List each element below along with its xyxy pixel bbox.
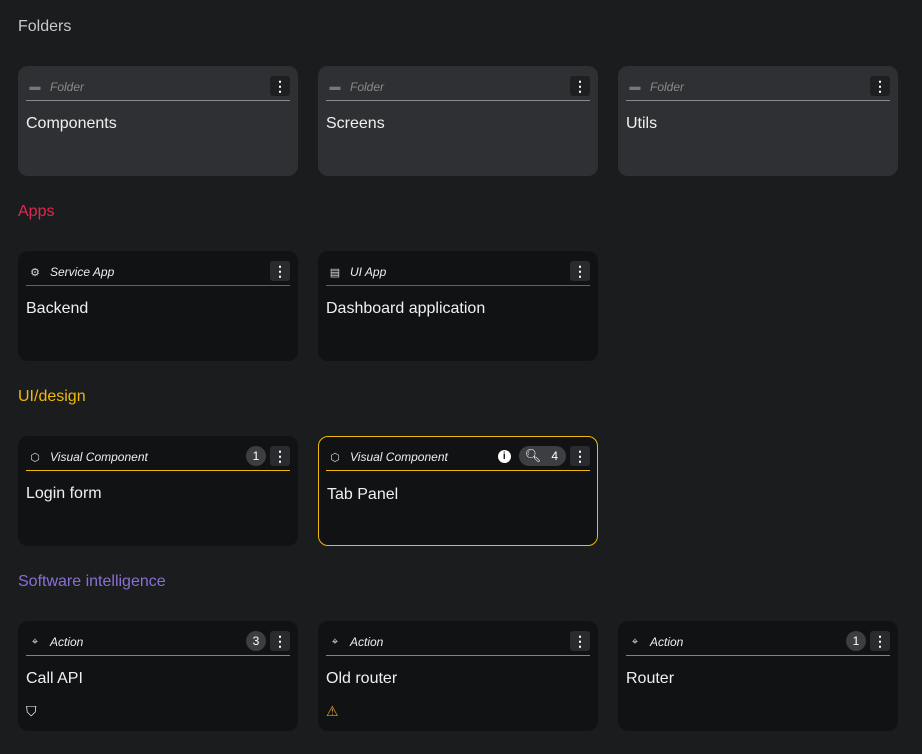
folder-icon: ▬	[328, 80, 342, 94]
more-options-button[interactable]: ⋮	[870, 631, 890, 651]
card-title: Dashboard application	[326, 300, 485, 318]
folder-icon: ▬	[628, 80, 642, 94]
count-badge[interactable]: 3	[246, 631, 266, 651]
more-options-button[interactable]: ⋮	[270, 631, 290, 651]
card-header: ⌖ Action1⋮	[626, 629, 890, 656]
search-count: 4	[551, 449, 558, 463]
shield-icon: ⛉	[26, 703, 37, 720]
more-options-button[interactable]: ⋮	[570, 631, 590, 651]
gears-icon: ⚙	[28, 265, 42, 279]
more-options-button[interactable]: ⋮	[570, 446, 590, 466]
item-card[interactable]: ▤ UI App⋮ Dashboard application	[318, 251, 598, 361]
cursor-click-icon: ⌖	[328, 635, 342, 649]
card-title: Old router	[326, 670, 397, 688]
section-title: UI/design	[18, 388, 86, 406]
item-card[interactable]: ⌖ Action3⋮ Call API ⛉	[18, 621, 298, 731]
item-card[interactable]: ⬡ Visual Component1⋮ Login form	[18, 436, 298, 546]
more-options-button[interactable]: ⋮	[270, 261, 290, 281]
card-header: ▬ Folder⋮	[26, 74, 290, 101]
cursor-click-icon: ⌖	[28, 635, 42, 649]
card-type-label: Visual Component	[50, 450, 246, 464]
card-type-label: Service App	[50, 265, 270, 279]
card-header: ⌖ Action3⋮	[26, 629, 290, 656]
card-title: Call API	[26, 670, 83, 688]
search-usage-badge[interactable]: 🔍︎ 4	[519, 446, 566, 466]
card-title: Components	[26, 115, 117, 133]
cube-icon: ⬡	[28, 450, 42, 464]
ui-app-icon: ▤	[328, 265, 342, 279]
count-badge[interactable]: 1	[246, 446, 266, 466]
card-header: ▬ Folder⋮	[626, 74, 890, 101]
card-header: ⬡ Visual Componenti 🔍︎ 4 ⋮	[326, 444, 590, 471]
item-card[interactable]: ⌖ Action1⋮ Router	[618, 621, 898, 731]
card-header: ⚙ Service App⋮	[26, 259, 290, 286]
card-title: Login form	[26, 485, 102, 503]
card-header: ▬ Folder⋮	[326, 74, 590, 101]
section-title: Software intelligence	[18, 573, 166, 591]
cube-icon: ⬡	[328, 450, 342, 464]
section-title: Folders	[18, 18, 71, 36]
card-header: ⌖ Action⋮	[326, 629, 590, 656]
section-title: Apps	[18, 203, 54, 221]
cursor-click-icon: ⌖	[628, 635, 642, 649]
card-type-label: Folder	[650, 80, 870, 94]
count-badge[interactable]: 1	[846, 631, 866, 651]
card-title: Tab Panel	[327, 486, 398, 504]
info-icon[interactable]: i	[498, 450, 511, 463]
card-type-label: Action	[650, 635, 846, 649]
more-options-button[interactable]: ⋮	[570, 261, 590, 281]
item-card[interactable]: ⚙ Service App⋮ Backend	[18, 251, 298, 361]
more-options-button[interactable]: ⋮	[270, 76, 290, 96]
card-header: ⬡ Visual Component1⋮	[26, 444, 290, 471]
more-options-button[interactable]: ⋮	[570, 76, 590, 96]
folder-icon: ▬	[28, 80, 42, 94]
card-title: Utils	[626, 115, 657, 133]
warning-icon: ⚠	[326, 703, 339, 720]
item-card[interactable]: ▬ Folder⋮ Screens	[318, 66, 598, 176]
card-type-label: Action	[350, 635, 570, 649]
item-card[interactable]: ⬡ Visual Componenti 🔍︎ 4 ⋮ Tab Panel	[318, 436, 598, 546]
search-icon: 🔍︎	[525, 448, 542, 464]
card-title: Screens	[326, 115, 385, 133]
card-type-label: Action	[50, 635, 246, 649]
card-type-label: UI App	[350, 265, 570, 279]
item-card[interactable]: ▬ Folder⋮ Utils	[618, 66, 898, 176]
item-card[interactable]: ▬ Folder⋮ Components	[18, 66, 298, 176]
card-type-label: Visual Component	[350, 450, 498, 464]
more-options-button[interactable]: ⋮	[870, 76, 890, 96]
item-card[interactable]: ⌖ Action⋮ Old router ⚠	[318, 621, 598, 731]
card-header: ▤ UI App⋮	[326, 259, 590, 286]
card-title: Router	[626, 670, 674, 688]
card-title: Backend	[26, 300, 88, 318]
more-options-button[interactable]: ⋮	[270, 446, 290, 466]
card-type-label: Folder	[50, 80, 270, 94]
card-type-label: Folder	[350, 80, 570, 94]
